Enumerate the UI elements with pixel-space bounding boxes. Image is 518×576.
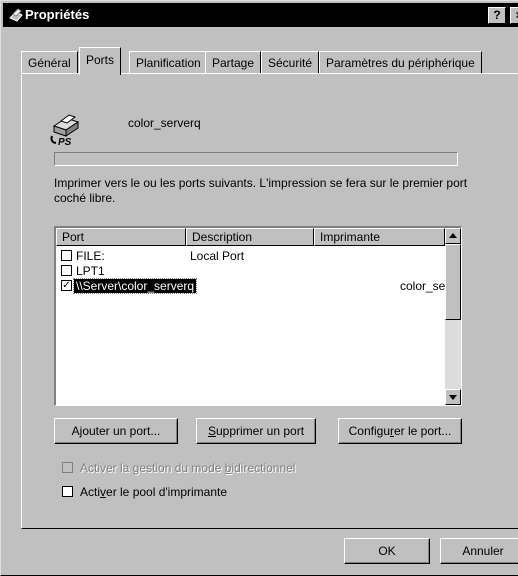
bidirectional-label-text: Activer la gestion du mode bbox=[80, 461, 225, 475]
close-button[interactable]: × bbox=[510, 7, 518, 24]
add-port-label-rest: outer un port... bbox=[82, 424, 161, 438]
bidirectional-label: Activer la gestion du mode bidirectionne… bbox=[80, 460, 295, 476]
tab-security[interactable]: Sécurité bbox=[261, 51, 320, 73]
ports-description: Imprimer vers le ou les ports suivants. … bbox=[54, 176, 468, 205]
arrow-up-icon bbox=[449, 233, 457, 238]
tab-general[interactable]: Général bbox=[21, 51, 78, 73]
port-printer: color_se bbox=[400, 279, 445, 293]
scroll-thumb[interactable] bbox=[445, 244, 461, 320]
port-row[interactable]: ✓ \\Server\color_serverq color_se bbox=[56, 278, 445, 294]
bidirectional-checkbox bbox=[62, 462, 73, 473]
scroll-down-button[interactable] bbox=[445, 389, 461, 405]
title-bar[interactable]: Propriétés ? × bbox=[3, 3, 518, 27]
window-title: Propriétés bbox=[25, 7, 90, 22]
tab-ports[interactable]: Ports bbox=[79, 47, 122, 75]
printer-name: color_serverq bbox=[128, 116, 201, 130]
printer-pool-label-text: Acti bbox=[80, 485, 101, 499]
arrow-down-icon bbox=[449, 395, 457, 400]
tab-scheduling[interactable]: Planification bbox=[129, 51, 208, 73]
delete-port-label-rest: upprimer un port bbox=[215, 424, 305, 438]
printer-icon bbox=[9, 8, 23, 22]
column-port[interactable]: Port bbox=[56, 228, 186, 246]
printer-ps-icon: PS bbox=[50, 114, 80, 146]
list-header: Port Description Imprimante bbox=[56, 228, 445, 246]
progress-bar bbox=[54, 152, 458, 166]
column-printer[interactable]: Imprimante bbox=[314, 228, 445, 246]
ok-button[interactable]: OK bbox=[344, 538, 430, 564]
port-name: FILE: bbox=[76, 249, 105, 263]
port-row[interactable]: LPT1 bbox=[56, 264, 445, 279]
delete-port-accelerator: S bbox=[207, 424, 216, 438]
configure-port-label-rest: er le port... bbox=[394, 424, 452, 438]
configure-port-button[interactable]: Configurer le port... bbox=[338, 418, 462, 444]
port-row[interactable]: FILE: Local Port bbox=[56, 249, 445, 264]
port-name: LPT1 bbox=[76, 264, 105, 278]
port-name: \\Server\color_serverq bbox=[72, 278, 198, 294]
delete-port-button[interactable]: Supprimer un port bbox=[196, 418, 316, 444]
printer-pool-label-rest: er le pool d'imprimante bbox=[106, 485, 228, 499]
column-description[interactable]: Description bbox=[186, 228, 314, 246]
scroll-up-button[interactable] bbox=[445, 228, 461, 244]
tab-device-settings[interactable]: Paramètres du périphérique bbox=[319, 51, 482, 73]
add-port-label: A bbox=[71, 424, 80, 438]
add-port-button[interactable]: Ajouter un port... bbox=[54, 418, 178, 444]
tab-sharing[interactable]: Partage bbox=[205, 51, 262, 73]
vertical-scrollbar[interactable] bbox=[445, 228, 461, 405]
bidirectional-label-rest: idirectionnel bbox=[231, 461, 296, 475]
printer-pool-label[interactable]: Activer le pool d'imprimante bbox=[80, 484, 227, 500]
help-button[interactable]: ? bbox=[488, 7, 506, 24]
port-description: Local Port bbox=[190, 249, 245, 263]
configure-port-label: Configu bbox=[348, 424, 390, 438]
svg-text:PS: PS bbox=[58, 137, 72, 146]
port-checkbox[interactable] bbox=[61, 265, 72, 276]
cancel-button[interactable]: Annuler bbox=[440, 538, 518, 564]
ports-list[interactable]: Port Description Imprimante FILE: Local … bbox=[54, 226, 462, 406]
port-checkbox[interactable] bbox=[61, 250, 72, 261]
port-checkbox[interactable]: ✓ bbox=[61, 280, 72, 291]
printer-pool-checkbox[interactable] bbox=[62, 486, 73, 497]
